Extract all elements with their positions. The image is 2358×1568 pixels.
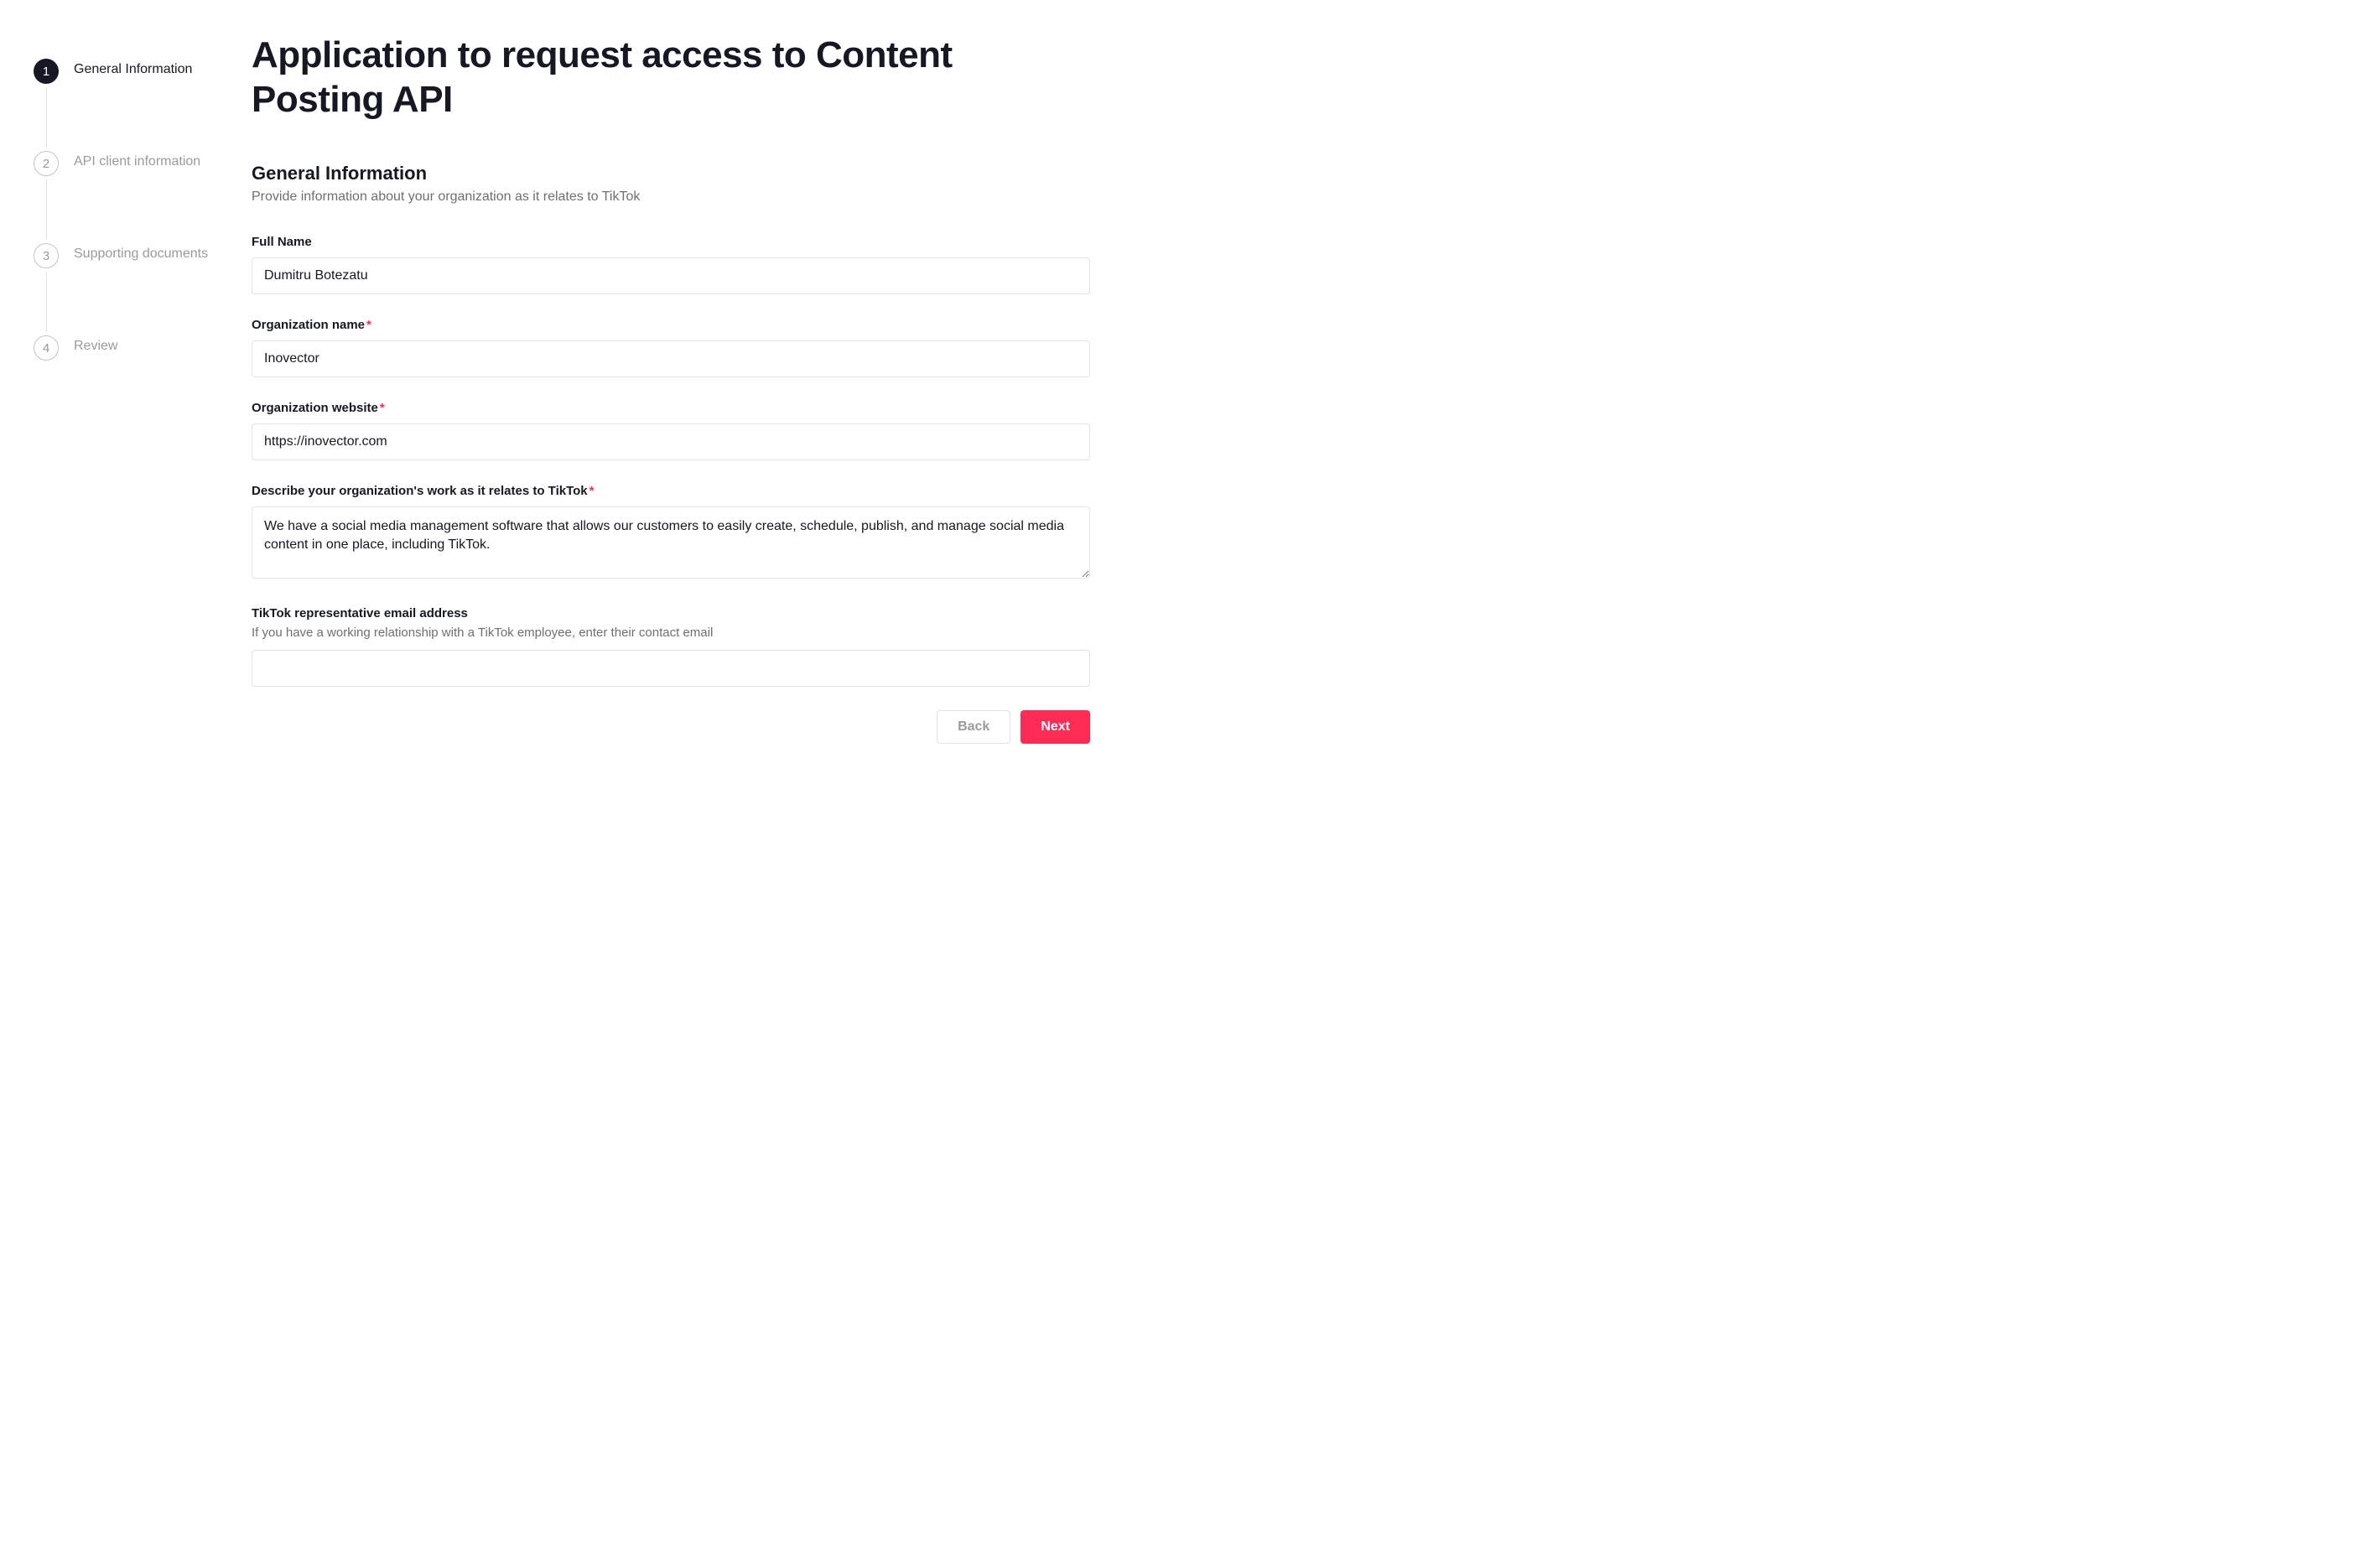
step-circle-4: 4 (34, 335, 59, 361)
field-help-tiktok-rep: If you have a working relationship with … (252, 626, 1090, 640)
section-title: General Information (252, 163, 1090, 184)
step-label: Supporting documents (74, 243, 208, 262)
form-group-organization-name: Organization name* (252, 318, 1090, 377)
label-text: Organization website (252, 401, 378, 415)
field-label-full-name: Full Name (252, 235, 1090, 249)
label-text: Describe your organization's work as it … (252, 484, 588, 498)
organization-website-input[interactable] (252, 423, 1090, 460)
field-label-organization-description: Describe your organization's work as it … (252, 484, 1090, 498)
organization-name-input[interactable] (252, 340, 1090, 377)
field-label-tiktok-rep: TikTok representative email address (252, 606, 1090, 620)
step-indicator: 2 (34, 151, 59, 243)
step-label: General Information (74, 59, 192, 77)
step-item-review[interactable]: 4 Review (34, 335, 252, 361)
step-connector (46, 272, 47, 332)
step-label: API client information (74, 151, 200, 169)
form-group-organization-website: Organization website* (252, 401, 1090, 460)
step-circle-2: 2 (34, 151, 59, 176)
step-indicator: 4 (34, 335, 59, 361)
label-text: Organization name (252, 318, 365, 332)
back-button[interactable]: Back (937, 710, 1010, 744)
step-circle-1: 1 (34, 59, 59, 84)
step-item-api-client-information[interactable]: 2 API client information (34, 151, 252, 243)
form-group-full-name: Full Name (252, 235, 1090, 294)
tiktok-rep-email-input[interactable] (252, 650, 1090, 687)
step-item-supporting-documents[interactable]: 3 Supporting documents (34, 243, 252, 335)
step-sidebar: 1 General Information 2 API client infor… (34, 34, 252, 1534)
button-row: Back Next (252, 710, 1090, 744)
next-button[interactable]: Next (1021, 710, 1090, 744)
page-title: Application to request access to Content… (252, 34, 1090, 122)
step-item-general-information[interactable]: 1 General Information (34, 59, 252, 151)
required-asterisk: * (380, 401, 385, 415)
main-content: Application to request access to Content… (252, 34, 1090, 1534)
step-label: Review (74, 335, 117, 354)
required-asterisk: * (366, 318, 371, 332)
step-indicator: 3 (34, 243, 59, 335)
step-circle-3: 3 (34, 243, 59, 268)
form-group-tiktok-rep: TikTok representative email address If y… (252, 606, 1090, 687)
full-name-input[interactable] (252, 257, 1090, 294)
organization-description-textarea[interactable] (252, 506, 1090, 579)
section-subtitle: Provide information about your organizat… (252, 190, 1090, 205)
field-label-organization-name: Organization name* (252, 318, 1090, 332)
step-indicator: 1 (34, 59, 59, 151)
field-label-organization-website: Organization website* (252, 401, 1090, 415)
form-group-organization-description: Describe your organization's work as it … (252, 484, 1090, 583)
required-asterisk: * (590, 484, 595, 498)
step-connector (46, 179, 47, 240)
step-connector (46, 87, 47, 148)
